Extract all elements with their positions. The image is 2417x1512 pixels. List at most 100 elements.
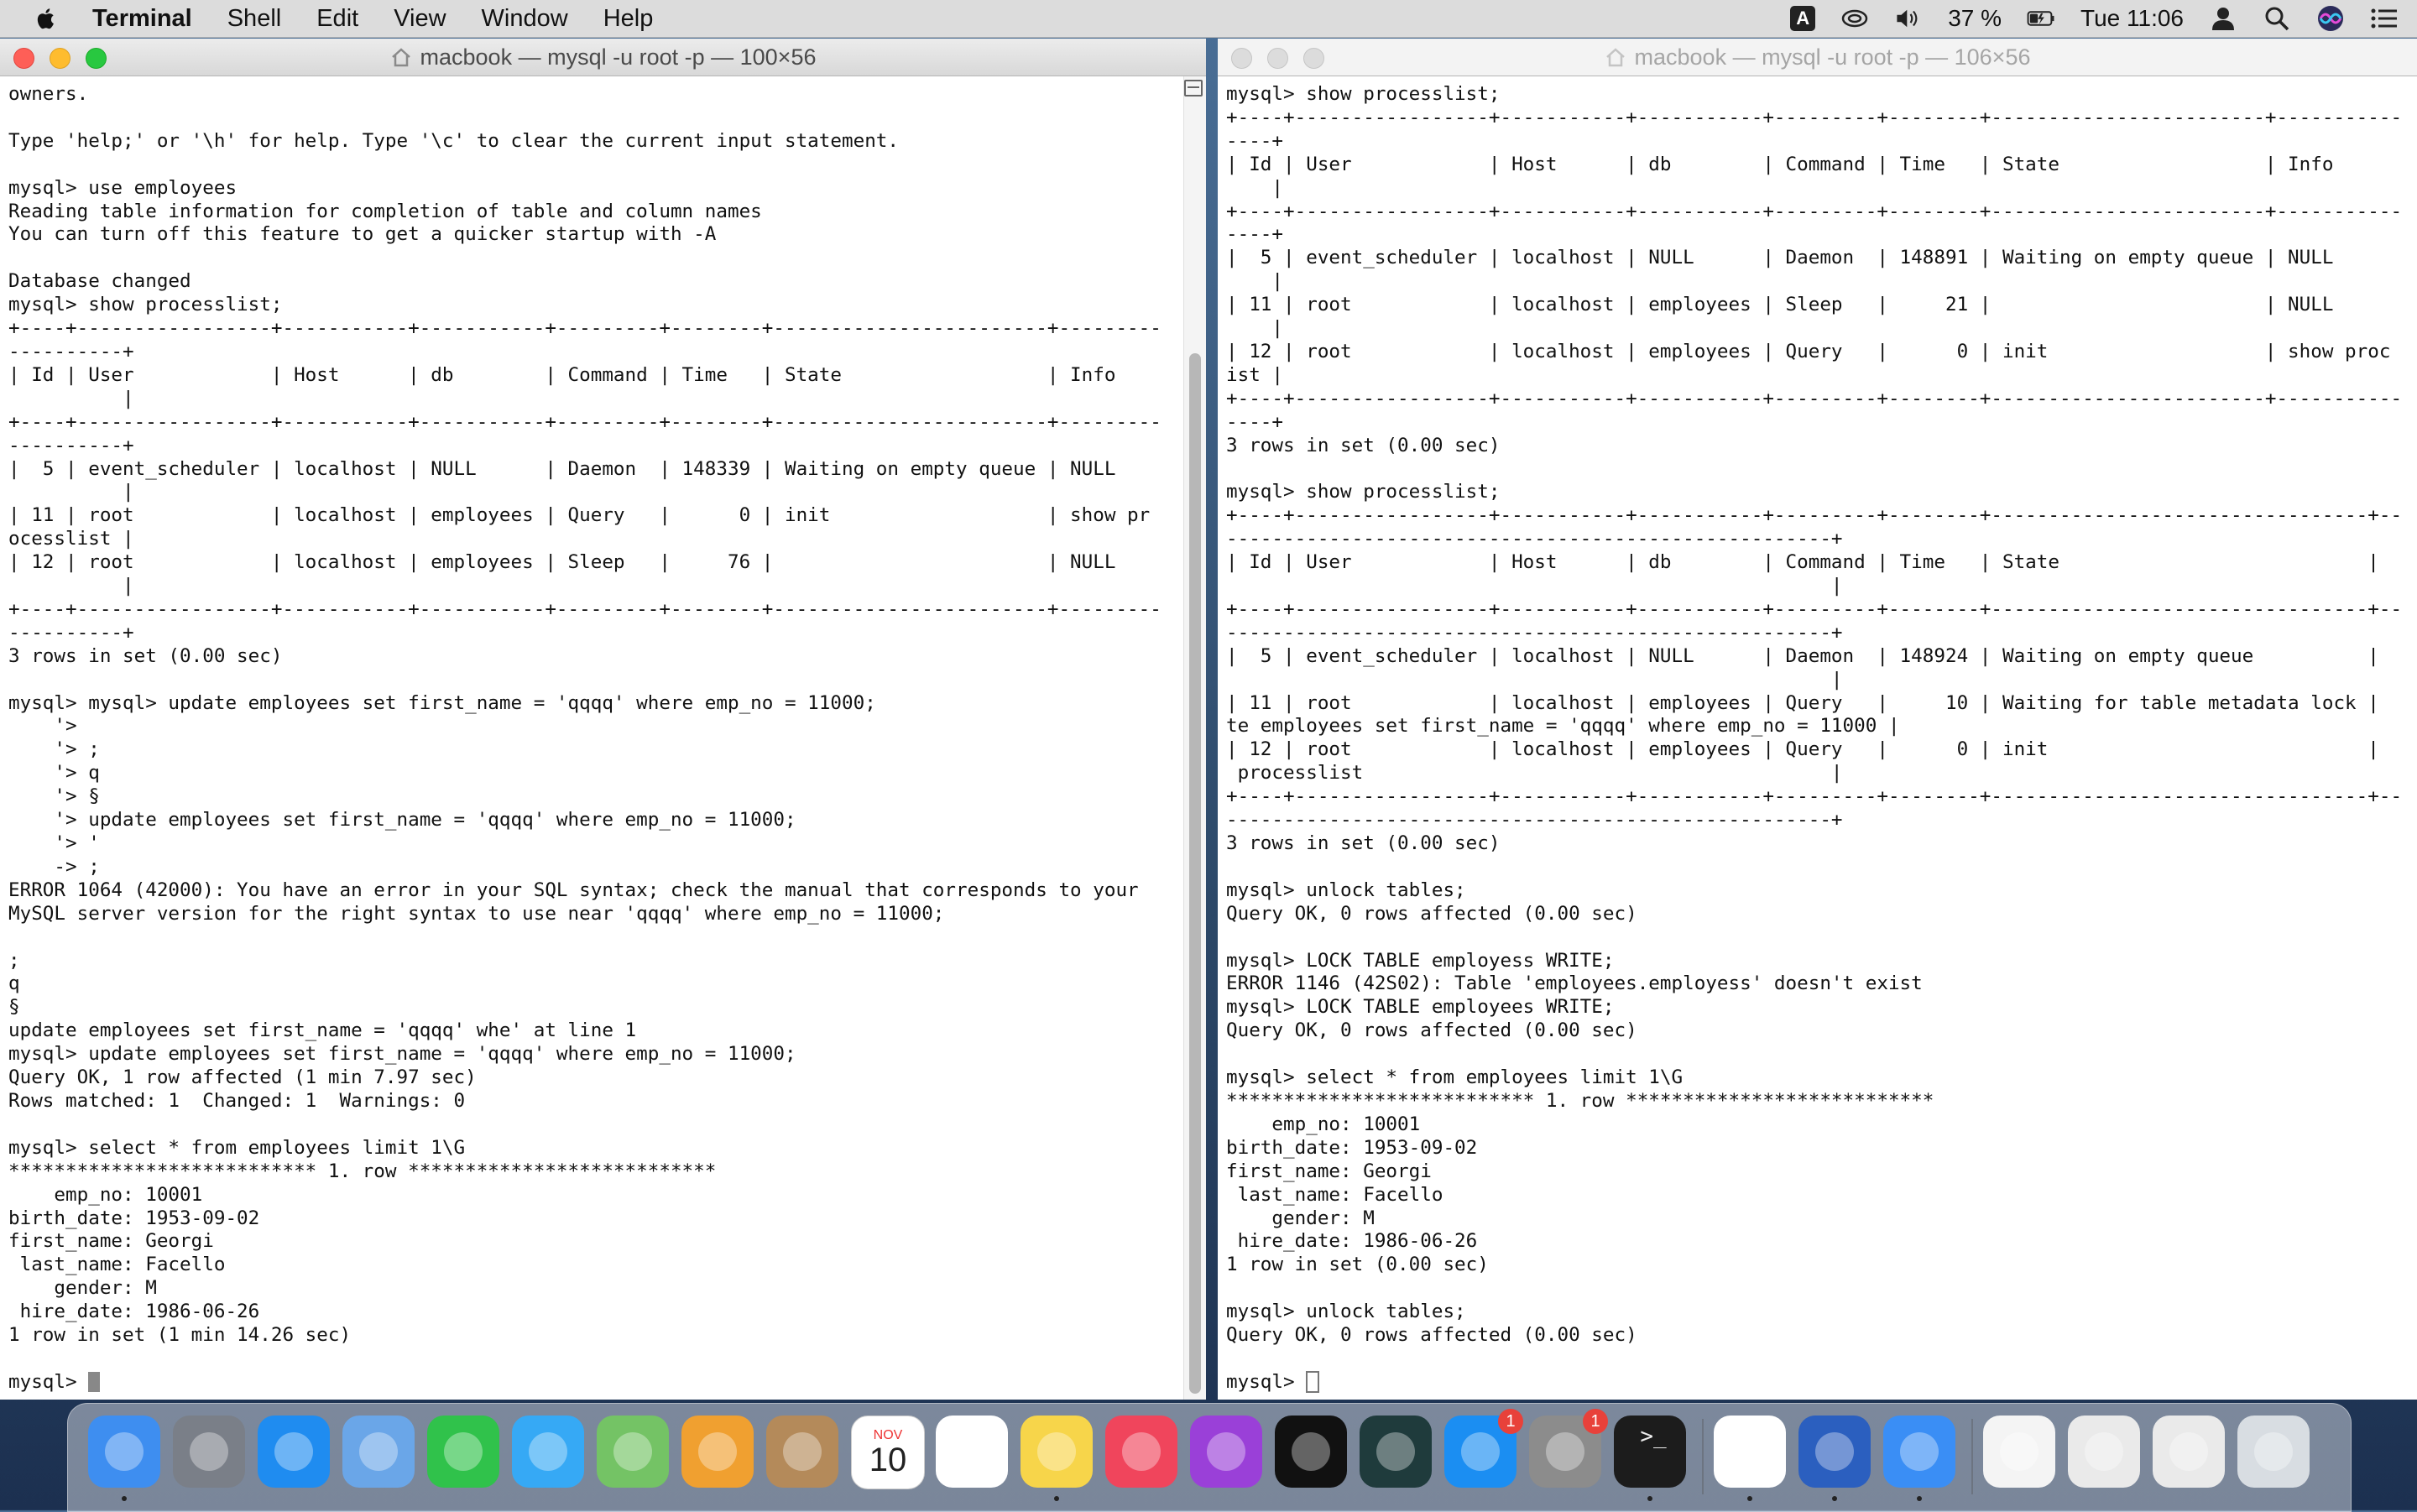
battery-charging-icon[interactable] bbox=[2027, 6, 2055, 31]
input-source-indicator[interactable]: A bbox=[1790, 6, 1816, 31]
terminal-glyph: >_ bbox=[1640, 1424, 1667, 1449]
dock-xcode-icon[interactable] bbox=[1883, 1416, 1955, 1488]
running-indicator bbox=[1917, 1496, 1922, 1501]
spotlight-search-icon[interactable] bbox=[2263, 6, 2291, 31]
terminal-window-right[interactable]: macbook — mysql -u root -p — 106×56 mysq… bbox=[1218, 39, 2417, 1400]
menu-window[interactable]: Window bbox=[482, 5, 568, 33]
dock-photos-icon[interactable] bbox=[681, 1416, 754, 1488]
dock-chrome-icon[interactable] bbox=[1714, 1416, 1786, 1488]
menu-app-name[interactable]: Terminal bbox=[92, 5, 192, 33]
terminal-content[interactable]: mysql> show processlist; +----+---------… bbox=[1218, 76, 2417, 1400]
app-glyph bbox=[529, 1432, 567, 1471]
text-cursor bbox=[88, 1372, 101, 1393]
app-glyph bbox=[1122, 1432, 1161, 1471]
window-title-bar[interactable]: macbook — mysql -u root -p — 106×56 bbox=[1218, 39, 2417, 76]
dock-finder-icon[interactable] bbox=[88, 1416, 160, 1488]
app-glyph bbox=[783, 1432, 822, 1471]
menu-shell[interactable]: Shell bbox=[227, 5, 282, 33]
scrollbar-thumb[interactable] bbox=[1189, 353, 1201, 1394]
notification-center-icon[interactable] bbox=[2370, 6, 2399, 31]
minimize-button[interactable] bbox=[50, 48, 70, 69]
zoom-button[interactable] bbox=[1303, 48, 1324, 69]
app-glyph bbox=[2085, 1432, 2123, 1471]
calendar-day: 10 bbox=[869, 1442, 907, 1478]
running-indicator bbox=[1054, 1496, 1059, 1501]
mysql-prompt[interactable]: mysql> bbox=[1226, 1371, 1306, 1393]
app-glyph bbox=[2000, 1432, 2039, 1471]
notification-badge: 1 bbox=[1498, 1409, 1523, 1434]
dock-notes-icon[interactable] bbox=[1021, 1416, 1093, 1488]
app-glyph bbox=[274, 1432, 313, 1471]
volume-icon[interactable] bbox=[1894, 6, 1923, 31]
zoom-button[interactable] bbox=[86, 48, 107, 69]
dock-word-icon[interactable] bbox=[1798, 1416, 1871, 1488]
user-account-icon[interactable] bbox=[2209, 6, 2237, 31]
app-glyph bbox=[1292, 1432, 1330, 1471]
app-glyph bbox=[1546, 1432, 1584, 1471]
app-glyph bbox=[1376, 1432, 1415, 1471]
app-glyph bbox=[2169, 1432, 2208, 1471]
status-area: A 37 % Tue 11:06 bbox=[1790, 0, 2399, 37]
window-title: macbook — mysql -u root -p — 100×56 bbox=[420, 44, 817, 70]
dock-system-preferences-icon[interactable]: 1 bbox=[1529, 1409, 1608, 1488]
clock[interactable]: Tue 11:06 bbox=[2080, 5, 2184, 32]
dock-separator bbox=[1971, 1419, 1973, 1494]
dock-contacts-icon[interactable] bbox=[766, 1416, 838, 1488]
dock-facetime-icon[interactable] bbox=[427, 1416, 499, 1488]
app-glyph bbox=[1815, 1432, 1854, 1471]
battery-percentage[interactable]: 37 % bbox=[1948, 5, 2002, 32]
app-glyph bbox=[444, 1432, 483, 1471]
dock-reminders-icon[interactable] bbox=[936, 1416, 1008, 1488]
terminal-window-left[interactable]: macbook — mysql -u root -p — 100×56 owne… bbox=[0, 39, 1206, 1400]
screen-sharing-icon[interactable] bbox=[1840, 6, 1869, 31]
dock-gitkraken-icon[interactable] bbox=[1360, 1416, 1432, 1488]
window-title-bar[interactable]: macbook — mysql -u root -p — 100×56 bbox=[0, 39, 1206, 76]
terminal-content[interactable]: owners. Type 'help;' or '\h' for help. T… bbox=[0, 76, 1206, 1400]
dock-safari-icon[interactable] bbox=[258, 1416, 330, 1488]
dock-podcasts-icon[interactable] bbox=[1190, 1416, 1262, 1488]
split-pane-icon[interactable] bbox=[1184, 80, 1203, 96]
app-glyph bbox=[613, 1432, 652, 1471]
dock-calendar-icon[interactable]: NOV 10 bbox=[851, 1416, 925, 1489]
siri-icon[interactable] bbox=[2316, 6, 2345, 31]
terminal-output: mysql> show processlist; +----+---------… bbox=[1226, 83, 2403, 1394]
app-glyph bbox=[698, 1432, 737, 1471]
app-glyph bbox=[105, 1432, 144, 1471]
dock-tv-icon[interactable] bbox=[1275, 1416, 1347, 1488]
dock-trash-icon[interactable] bbox=[2237, 1416, 2310, 1488]
dock-app-store-icon[interactable]: 1 bbox=[1444, 1409, 1523, 1488]
dock-launchpad-icon[interactable] bbox=[173, 1416, 245, 1488]
window-title: macbook — mysql -u root -p — 106×56 bbox=[1634, 44, 2031, 70]
close-button[interactable] bbox=[13, 48, 34, 69]
running-indicator bbox=[1647, 1496, 1652, 1501]
dock-maps-icon[interactable] bbox=[597, 1416, 669, 1488]
text-cursor bbox=[1306, 1371, 1320, 1394]
menu-edit[interactable]: Edit bbox=[316, 5, 358, 33]
close-button[interactable] bbox=[1231, 48, 1252, 69]
dock-screenshot-2-icon[interactable] bbox=[2153, 1416, 2225, 1488]
app-glyph bbox=[359, 1432, 398, 1471]
app-glyph bbox=[1731, 1432, 1769, 1471]
menu-help[interactable]: Help bbox=[603, 5, 654, 33]
app-glyph bbox=[953, 1432, 991, 1471]
terminal-output: owners. Type 'help;' or '\h' for help. T… bbox=[8, 83, 1162, 1393]
menu-view[interactable]: View bbox=[394, 5, 446, 33]
menu-bar: Terminal Shell Edit View Window Help A 3… bbox=[0, 0, 2417, 38]
running-indicator bbox=[1747, 1496, 1752, 1501]
app-glyph bbox=[1037, 1432, 1076, 1471]
apple-menu-icon[interactable] bbox=[32, 4, 60, 33]
app-glyph bbox=[1900, 1432, 1939, 1471]
scrollbar[interactable] bbox=[1183, 76, 1206, 1400]
minimize-button[interactable] bbox=[1267, 48, 1288, 69]
mysql-prompt[interactable]: mysql> bbox=[8, 1371, 88, 1393]
dock-messages-icon[interactable] bbox=[512, 1416, 584, 1488]
dock-terminal-icon[interactable]: >_ bbox=[1614, 1416, 1686, 1488]
dock-document-icon[interactable] bbox=[1983, 1416, 2055, 1488]
dock-mail-icon[interactable] bbox=[342, 1416, 415, 1488]
dock-music-icon[interactable] bbox=[1105, 1416, 1177, 1488]
dock-screenshot-1-icon[interactable] bbox=[2068, 1416, 2140, 1488]
running-indicator bbox=[1832, 1496, 1837, 1501]
home-folder-icon bbox=[391, 48, 410, 67]
home-folder-icon bbox=[1605, 48, 1625, 67]
app-glyph bbox=[1207, 1432, 1245, 1471]
